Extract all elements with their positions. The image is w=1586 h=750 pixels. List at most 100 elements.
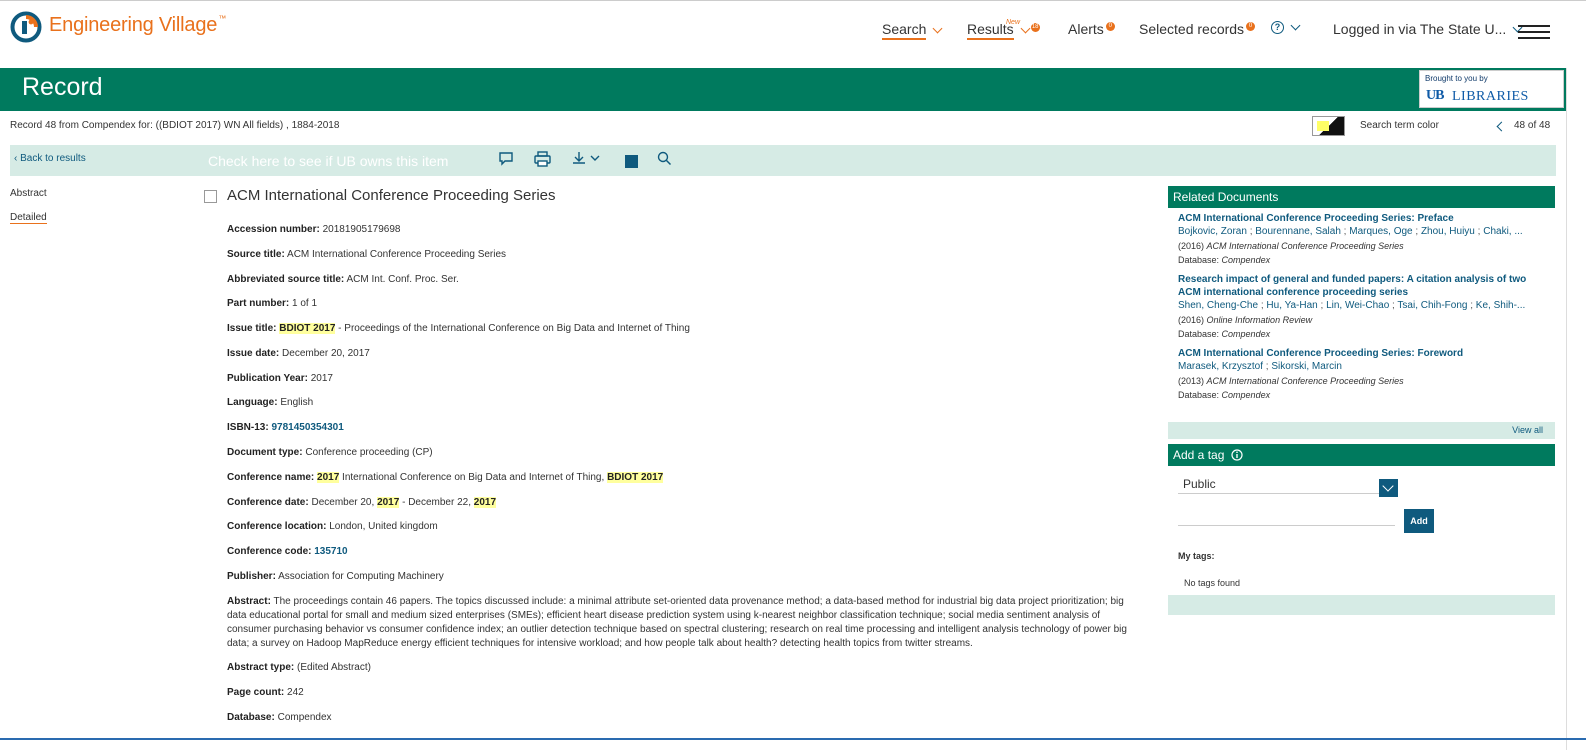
add-tag-panel: Add a tag Public Add My tags: No tags fo… bbox=[1168, 444, 1555, 615]
related-item-database: Database: Compendex bbox=[1178, 329, 1271, 339]
author-link[interactable]: Tsai, Chih-Fong bbox=[1397, 300, 1467, 311]
related-item-source: (2013) ACM International Conference Proc… bbox=[1178, 376, 1404, 386]
select-record-checkbox[interactable] bbox=[204, 190, 217, 203]
brand-trademark: ™ bbox=[218, 14, 226, 23]
author-link[interactable]: Bourennane, Salah bbox=[1255, 226, 1341, 237]
previous-record-icon[interactable] bbox=[1496, 121, 1507, 131]
field-conference-name: Conference name: 2017 International Conf… bbox=[227, 472, 664, 483]
check-ub-holdings-link[interactable]: Check here to see if UB owns this item bbox=[208, 153, 448, 169]
field-language: Language: English bbox=[227, 397, 314, 408]
related-item-authors: Marasek, Krzysztof ; Sikorski, Marcin bbox=[1178, 361, 1342, 372]
nav-results[interactable]: Results 18 bbox=[967, 21, 1040, 40]
author-link[interactable]: Hu, Ya-Han bbox=[1266, 300, 1317, 311]
add-tag-button[interactable]: Add bbox=[1404, 509, 1434, 533]
field-conference-code: Conference code: 135710 bbox=[227, 546, 348, 557]
search-icon[interactable] bbox=[657, 151, 672, 166]
record-pager[interactable]: 48 of 48 bbox=[1496, 120, 1551, 131]
author-link[interactable]: Shen, Cheng-Che bbox=[1178, 300, 1258, 311]
alerts-count-badge: 0 bbox=[1105, 21, 1115, 31]
field-abstract: Abstract: The proceedings contain 46 pap… bbox=[227, 596, 1127, 649]
author-link[interactable]: Marasek, Krzysztof bbox=[1178, 361, 1263, 372]
field-page-count: Page count: 242 bbox=[227, 687, 304, 698]
engineering-village-logo[interactable]: Engineering Village™ bbox=[10, 11, 226, 43]
nav-login[interactable]: Logged in via The State U... bbox=[1333, 21, 1523, 37]
author-link[interactable]: Lin, Wei-Chao bbox=[1326, 300, 1389, 311]
brand-name: Engineering Village bbox=[49, 14, 218, 36]
isbn-link[interactable]: 9781450354301 bbox=[271, 422, 343, 433]
field-document-type: Document type: Conference proceeding (CP… bbox=[227, 447, 433, 458]
nav-search[interactable]: Search bbox=[882, 21, 943, 40]
author-link[interactable]: Sikorski, Marcin bbox=[1271, 361, 1342, 372]
nav-selected-records[interactable]: Selected records 0 bbox=[1139, 21, 1256, 37]
add-tag-title: Add a tag bbox=[1173, 448, 1225, 462]
chevron-down-icon[interactable] bbox=[1379, 479, 1398, 497]
window-bottom-border bbox=[0, 738, 1586, 740]
related-documents-heading: Related Documents bbox=[1168, 186, 1555, 208]
search-term-color-picker[interactable] bbox=[1312, 116, 1345, 136]
download-icon[interactable] bbox=[572, 151, 604, 166]
conference-code-link[interactable]: 135710 bbox=[314, 546, 347, 557]
related-item-title[interactable]: ACM International Conference Proceeding … bbox=[1178, 212, 1545, 225]
search-summary: Record 48 from Compendex for: ((BDIOT 20… bbox=[10, 120, 340, 131]
back-to-results-link[interactable]: ‹ Back to results bbox=[14, 153, 86, 164]
related-item: ACM International Conference Proceeding … bbox=[1178, 212, 1545, 267]
info-icon[interactable] bbox=[1231, 449, 1243, 461]
view-all-link[interactable]: View all bbox=[1168, 422, 1555, 439]
results-new-label: New bbox=[1006, 19, 1021, 26]
related-item-source: (2016) Online Information Review bbox=[1178, 315, 1313, 325]
author-link[interactable]: Zhou, Huiyu bbox=[1421, 226, 1475, 237]
leftnav-abstract[interactable]: Abstract bbox=[10, 188, 47, 199]
author-link[interactable]: Marques, Oge bbox=[1349, 226, 1412, 237]
record-toolbar: ‹ Back to results Check here to see if U… bbox=[10, 145, 1556, 176]
nav-alerts[interactable]: Alerts 0 bbox=[1068, 21, 1115, 37]
field-accession: Accession number: 20181905179698 bbox=[227, 224, 401, 235]
selected-count-badge: 0 bbox=[1246, 21, 1256, 31]
field-issue-date: Issue date: December 20, 2017 bbox=[227, 348, 370, 359]
chevron-down-icon bbox=[1290, 20, 1301, 31]
chevron-down-icon bbox=[1020, 23, 1031, 34]
brought-to-you-by-label: Brought to you by bbox=[1425, 74, 1488, 83]
chevron-down-icon bbox=[932, 23, 943, 34]
ub-libraries-logo[interactable]: Brought to you by UB LIBRARIES bbox=[1419, 70, 1564, 108]
no-tags-message: No tags found bbox=[1184, 578, 1241, 588]
author-link[interactable]: Chaki, ... bbox=[1483, 226, 1522, 237]
tag-input[interactable] bbox=[1178, 506, 1395, 526]
results-count-badge: 18 bbox=[1030, 23, 1040, 32]
nav-search-label: Search bbox=[882, 21, 927, 40]
nav-selected-label: Selected records bbox=[1139, 21, 1245, 37]
related-item-database: Database: Compendex bbox=[1178, 255, 1271, 265]
comment-icon[interactable] bbox=[498, 151, 514, 166]
page-scrollbar[interactable] bbox=[1566, 68, 1586, 750]
save-to-folder-icon[interactable] bbox=[625, 155, 638, 168]
login-label: Logged in via The State U... bbox=[1333, 21, 1507, 37]
nav-alerts-label: Alerts bbox=[1068, 21, 1104, 37]
page-title: Record bbox=[22, 73, 103, 101]
nav-help[interactable]: ? bbox=[1271, 20, 1301, 34]
related-item-title[interactable]: Research impact of general and funded pa… bbox=[1178, 273, 1545, 299]
author-link[interactable]: Bojkovic, Zoran bbox=[1178, 226, 1247, 237]
leftnav-abstract-label: Abstract bbox=[10, 188, 47, 199]
top-bar: Engineering Village™ Search Results 18 N… bbox=[0, 0, 1586, 68]
related-documents-panel: Related Documents ACM International Conf… bbox=[1168, 186, 1555, 439]
add-tag-heading: Add a tag bbox=[1168, 444, 1555, 466]
tag-visibility-select[interactable]: Public bbox=[1178, 474, 1388, 494]
record-header-bar: Record Brought to you by UB LIBRARIES bbox=[0, 68, 1566, 111]
author-link[interactable]: Ke, Shih-... bbox=[1476, 300, 1525, 311]
menu-icon[interactable] bbox=[1518, 25, 1550, 39]
libraries-text: LIBRARIES bbox=[1452, 89, 1529, 104]
ev-logo-icon bbox=[10, 11, 42, 43]
field-conference-location: Conference location: London, United king… bbox=[227, 521, 438, 532]
add-tag-body: Public Add My tags: No tags found bbox=[1168, 466, 1555, 595]
my-tags-label: My tags: bbox=[1178, 551, 1215, 561]
related-item: ACM International Conference Proceeding … bbox=[1178, 347, 1545, 402]
print-icon[interactable] bbox=[534, 151, 551, 167]
pager-position: 48 of 48 bbox=[1514, 120, 1551, 131]
field-isbn: ISBN-13: 9781450354301 bbox=[227, 422, 344, 433]
related-item-title[interactable]: ACM International Conference Proceeding … bbox=[1178, 347, 1545, 360]
related-item-source: (2016) ACM International Conference Proc… bbox=[1178, 241, 1404, 251]
search-term-color-label: Search term color bbox=[1360, 120, 1439, 131]
back-to-results-label: Back to results bbox=[20, 153, 86, 164]
leftnav-detailed[interactable]: Detailed bbox=[10, 212, 47, 224]
help-icon: ? bbox=[1271, 21, 1284, 34]
related-item-authors: Shen, Cheng-Che ; Hu, Ya-Han ; Lin, Wei-… bbox=[1178, 300, 1526, 311]
